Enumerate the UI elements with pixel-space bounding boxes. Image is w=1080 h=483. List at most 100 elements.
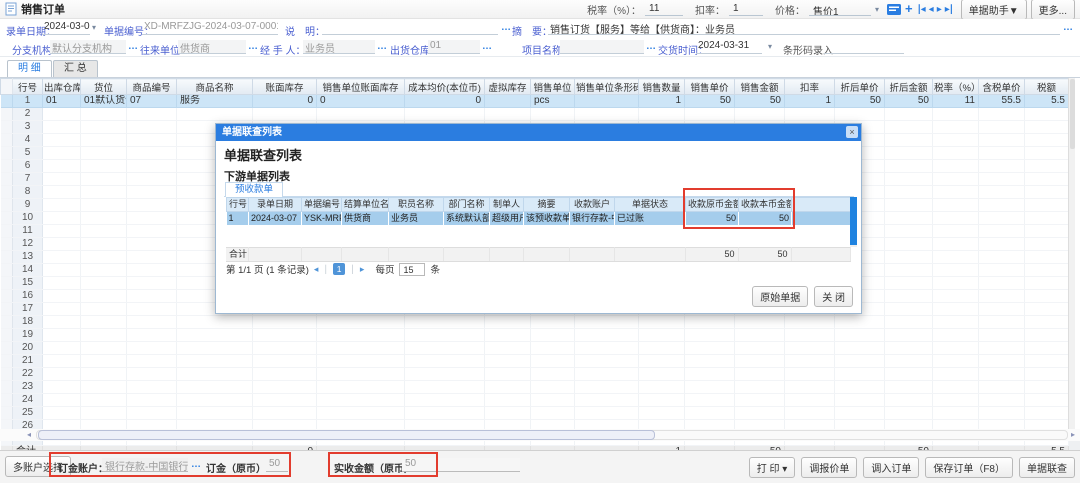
tab-summary[interactable]: 汇 总 [53,60,98,77]
cell[interactable]: 11 [933,95,979,108]
cell[interactable]: 3 [13,121,43,134]
cell[interactable]: 6 [13,160,43,173]
modal-vertical-scrollbar[interactable] [850,197,857,247]
cell[interactable] [735,381,785,394]
current-page-button[interactable]: 1 [333,263,345,275]
cell[interactable]: 50 [685,95,735,108]
cell[interactable] [933,186,979,199]
cell[interactable] [979,290,1025,303]
cell[interactable] [685,407,735,420]
cell[interactable] [1025,394,1069,407]
cell[interactable] [792,212,851,226]
modal-column-header[interactable]: 摘要 [524,198,570,212]
load-order-button[interactable]: 调入订单 [863,457,919,478]
cell[interactable]: 已过账 [615,212,686,226]
cell[interactable] [835,368,885,381]
cell[interactable] [885,186,933,199]
grid-column-header[interactable]: 税率（%） [933,79,979,95]
cell[interactable] [685,342,735,355]
row-selector[interactable] [1,394,13,407]
cell[interactable] [685,355,735,368]
cell[interactable] [885,407,933,420]
cell[interactable] [685,329,735,342]
cell[interactable] [933,381,979,394]
cell[interactable] [735,394,785,407]
modal-column-header[interactable]: 录单日期 [249,198,302,212]
cell[interactable] [485,108,531,121]
cell[interactable] [1025,407,1069,420]
cell[interactable] [1025,186,1069,199]
modal-column-header[interactable] [792,198,851,212]
row-selector[interactable] [1,147,13,160]
grid-column-header[interactable]: 销售数量 [639,79,685,95]
cell[interactable] [531,355,575,368]
cell[interactable] [43,225,81,238]
cell[interactable] [485,342,531,355]
row-selector[interactable] [1,212,13,225]
grid-column-header[interactable]: 折后单价 [835,79,885,95]
cell[interactable] [531,394,575,407]
partner-value[interactable]: 供货商 [178,40,246,54]
cell[interactable]: 5 [13,147,43,160]
cell[interactable] [127,251,177,264]
cell[interactable] [1025,316,1069,329]
cell[interactable] [735,108,785,121]
cell[interactable] [81,199,127,212]
cell[interactable] [43,303,81,316]
cell[interactable] [81,316,127,329]
cell[interactable] [81,381,127,394]
cell[interactable] [43,264,81,277]
cell[interactable] [933,121,979,134]
summary-lookup-button[interactable]: … [1063,22,1074,33]
cell[interactable]: 系统默认部门 [444,212,490,226]
cell[interactable] [979,303,1025,316]
cell[interactable] [1025,173,1069,186]
cell[interactable] [933,238,979,251]
cell[interactable]: 供货商 [342,212,389,226]
cell[interactable] [885,329,933,342]
cell[interactable] [127,264,177,277]
cell[interactable] [127,407,177,420]
cell[interactable] [979,186,1025,199]
cell[interactable]: 50 [835,95,885,108]
cell[interactable] [979,407,1025,420]
grid-column-header[interactable]: 销售单位条形码 [575,79,639,95]
grid-column-header[interactable]: 成本均价(本位币) [405,79,485,95]
cell[interactable] [127,212,177,225]
cell[interactable] [885,134,933,147]
cell[interactable] [885,355,933,368]
cell[interactable] [933,173,979,186]
cell[interactable]: 1 [639,95,685,108]
cell[interactable] [405,381,485,394]
cell[interactable] [81,251,127,264]
cell[interactable]: 2024-03-07 [249,212,302,226]
empty-row[interactable]: 23 [1,381,1069,394]
cell[interactable] [575,316,639,329]
cell[interactable]: 银行存款-中国 [570,212,615,226]
cell[interactable] [933,199,979,212]
cell[interactable] [979,121,1025,134]
cell[interactable] [785,368,835,381]
cell[interactable] [81,277,127,290]
grid-column-header[interactable]: 出库仓库 [43,79,81,95]
note-lookup-button[interactable]: … [501,22,512,33]
doc-assistant-button[interactable]: 单据助手▼ [961,0,1027,20]
note-input[interactable] [322,21,498,35]
grid-horizontal-scrollbar[interactable]: ◂ ▸ [0,429,1080,441]
cell[interactable]: 16 [13,290,43,303]
cell[interactable]: 01默认货位 [81,95,127,108]
cell[interactable] [1025,368,1069,381]
cell[interactable] [81,134,127,147]
row-selector[interactable] [1,368,13,381]
save-order-button[interactable]: 保存订单（F8） [925,457,1013,478]
empty-row[interactable]: 22 [1,368,1069,381]
cell[interactable] [127,277,177,290]
cell[interactable] [835,394,885,407]
cell[interactable] [485,368,531,381]
cell[interactable] [785,342,835,355]
cell[interactable] [127,173,177,186]
cell[interactable]: 13 [13,251,43,264]
cell[interactable] [127,225,177,238]
cell[interactable] [979,212,1025,225]
cell[interactable] [127,394,177,407]
